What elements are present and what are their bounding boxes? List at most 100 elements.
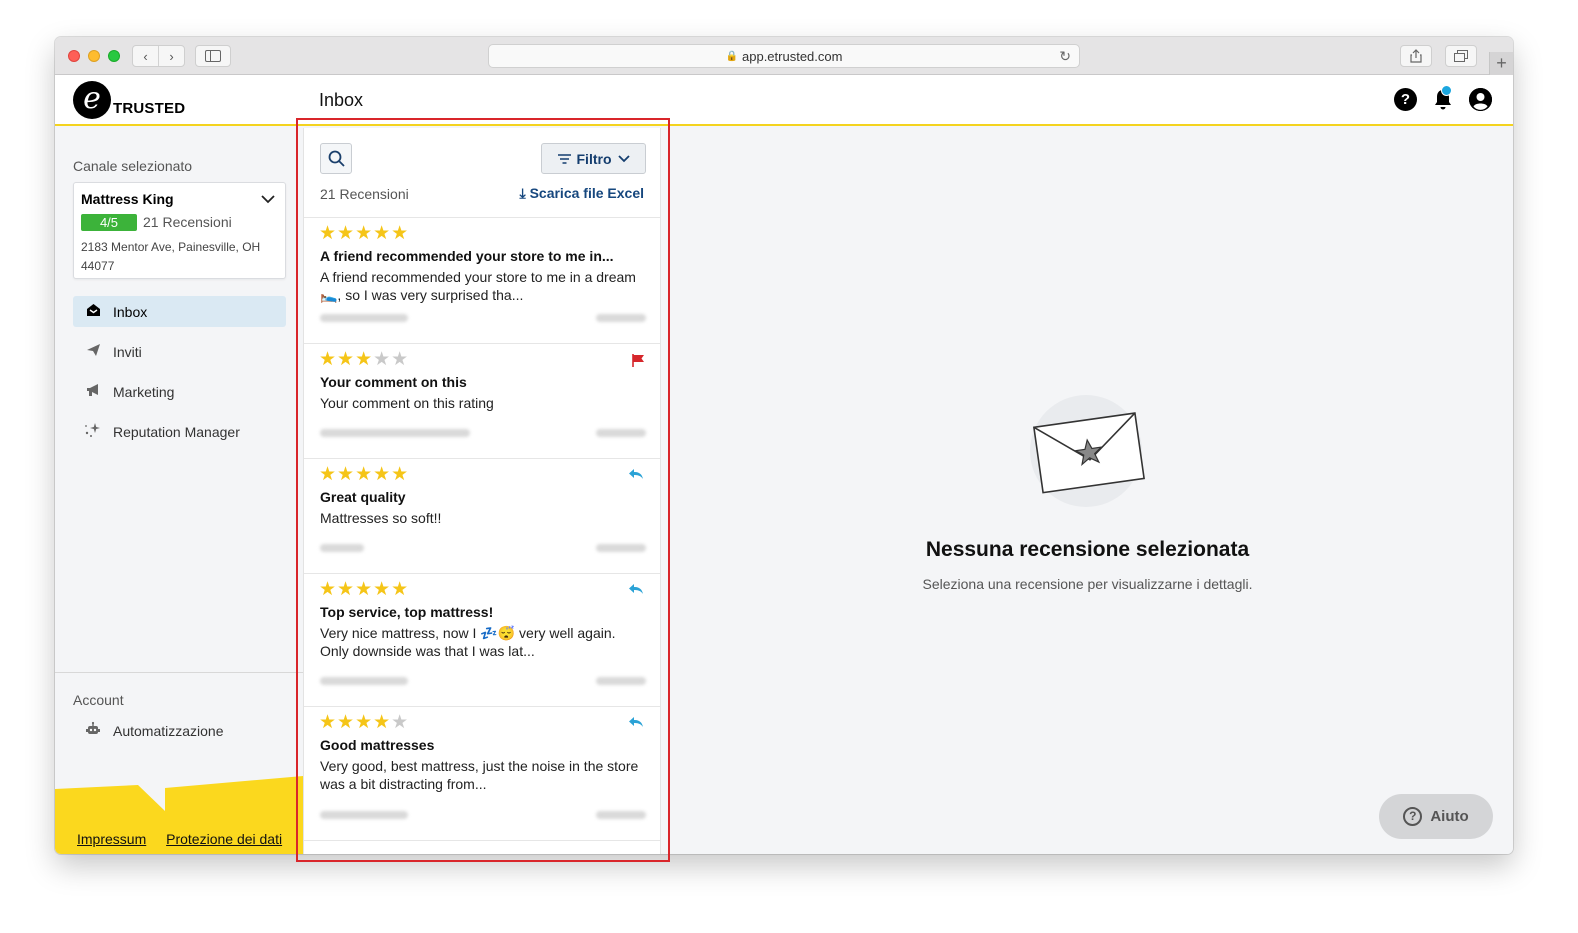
- review-item[interactable]: ★★★★★ Good mattresses Very good, best ma…: [304, 707, 660, 841]
- sparkle-stars-icon: [73, 422, 113, 442]
- zoom-window-button[interactable]: [108, 50, 120, 62]
- chevron-down-icon[interactable]: [261, 191, 275, 207]
- star-rating: ★★★★★: [319, 712, 410, 733]
- robot-icon: [73, 721, 113, 741]
- tab-overview-icon[interactable]: [1445, 45, 1477, 67]
- star-rating: ★★★★★: [319, 349, 410, 370]
- page-title: Inbox: [319, 90, 364, 110]
- redacted-author: [320, 811, 408, 819]
- empty-state-title: Nessuna recensione selezionata: [925, 538, 1250, 561]
- redacted-date: [596, 314, 646, 322]
- redacted-author: [320, 314, 408, 322]
- flag-icon[interactable]: [632, 354, 644, 370]
- url-text: app.etrusted.com: [742, 48, 843, 64]
- review-item[interactable]: ★★★★★ Top service, top mattress! Very ni…: [304, 574, 660, 707]
- rating-badge: 4/5: [81, 214, 137, 231]
- help-button-label: Aiuto: [1430, 808, 1469, 825]
- sidebar-item-inbox[interactable]: Inbox: [73, 296, 286, 327]
- megaphone-icon: [73, 383, 113, 401]
- redacted-author: [320, 429, 470, 437]
- sidebar: Canale selezionato Mattress King 4/5 21 …: [55, 128, 303, 854]
- review-item[interactable]: ★★★★★ Great quality Mattresses so soft!!: [304, 459, 660, 574]
- help-icon[interactable]: ?: [1394, 88, 1417, 111]
- chevron-down-icon: [617, 154, 630, 162]
- filter-lines-icon: [557, 153, 571, 164]
- channel-address: 2183 Mentor Ave, Painesville, OH 44077: [81, 240, 261, 273]
- sidebar-item-label: Inviti: [113, 343, 142, 360]
- close-window-button[interactable]: [68, 50, 80, 62]
- review-item[interactable]: ★★★★★ A friend recommended your store to…: [304, 218, 660, 344]
- download-excel-link[interactable]: ⤓ Scarica file Excel: [519, 185, 644, 202]
- sidebar-item-label: Automatizzazione: [113, 722, 224, 739]
- account-section-label: Account: [73, 692, 124, 708]
- redacted-date: [596, 811, 646, 819]
- review-body: Your comment on this rating: [320, 395, 494, 411]
- channel-section-label: Canale selezionato: [73, 158, 193, 174]
- review-title: Top service, top mattress!: [320, 604, 494, 620]
- download-excel-label: Scarica file Excel: [529, 185, 644, 201]
- redacted-date: [596, 677, 646, 685]
- sidebar-item-label: Reputation Manager: [113, 423, 240, 440]
- review-title: A friend recommended your store to me in…: [320, 248, 614, 264]
- inbox-icon: [73, 303, 113, 321]
- sidebar-item-label: Marketing: [113, 383, 175, 400]
- redacted-author: [320, 544, 364, 552]
- review-title: Great quality: [320, 489, 406, 505]
- filter-label: Filtro: [576, 150, 612, 167]
- star-rating: ★★★★★: [319, 223, 410, 244]
- back-arrow-icon[interactable]: ‹: [133, 49, 158, 64]
- review-body: Very good, best mattress, just the noise…: [320, 758, 639, 792]
- lock-icon: 🔒: [725, 50, 738, 62]
- logo-mark: e: [73, 81, 111, 119]
- browser-toolbar: ‹ › 🔒 app.etrusted.com ↻ +: [55, 37, 1513, 75]
- review-item[interactable]: ★★★★★ Your comment on this Your comment …: [304, 344, 660, 459]
- footer-links: Impressum Protezione dei dati: [77, 831, 298, 847]
- channel-name: Mattress King: [81, 191, 174, 207]
- address-bar[interactable]: 🔒 app.etrusted.com ↻: [488, 44, 1080, 68]
- etrusted-logo[interactable]: e TRUSTED: [73, 81, 185, 119]
- share-icon[interactable]: [1400, 45, 1432, 67]
- review-body: A friend recommended your store to me in…: [320, 269, 636, 303]
- envelope-star-icon: [1032, 412, 1145, 494]
- sidebar-item-inviti[interactable]: Inviti: [73, 336, 286, 367]
- search-button[interactable]: [320, 143, 352, 174]
- review-detail-panel: Nessuna recensione selezionata Seleziona…: [662, 128, 1513, 854]
- privacy-link[interactable]: Protezione dei dati: [166, 831, 282, 847]
- sidebar-item-reputation-manager[interactable]: Reputation Manager: [73, 416, 286, 447]
- sidebar-item-automatizzazione[interactable]: Automatizzazione: [73, 715, 286, 746]
- star-rating: ★★★★★: [319, 579, 410, 600]
- redacted-author: [320, 677, 408, 685]
- browser-window: ‹ › 🔒 app.etrusted.com ↻ + e TRUSTED Inb…: [55, 37, 1513, 854]
- notification-dot: [1441, 85, 1452, 96]
- sidebar-item-label: Inbox: [113, 303, 148, 320]
- review-body: Mattresses so soft!!: [320, 510, 442, 526]
- reload-icon[interactable]: ↻: [1059, 48, 1071, 65]
- help-button[interactable]: ? Aiuto: [1379, 794, 1493, 839]
- channel-review-count: 21 Recensioni: [143, 214, 232, 230]
- reply-arrow-icon[interactable]: [628, 715, 644, 732]
- empty-state-subtitle: Seleziona una recensione per visualizzar…: [922, 576, 1253, 592]
- review-count: 21 Recensioni: [320, 186, 409, 202]
- minimize-window-button[interactable]: [88, 50, 100, 62]
- reply-arrow-icon[interactable]: [628, 467, 644, 484]
- new-tab-icon[interactable]: +: [1489, 52, 1513, 75]
- review-title: Good mattresses: [320, 737, 435, 753]
- download-icon: ⤓: [519, 185, 526, 201]
- impressum-link[interactable]: Impressum: [77, 831, 146, 847]
- search-icon: [328, 150, 345, 167]
- forward-arrow-icon[interactable]: ›: [159, 49, 184, 64]
- reply-arrow-icon[interactable]: [628, 582, 644, 599]
- redacted-date: [596, 429, 646, 437]
- sidebar-divider: [55, 672, 303, 673]
- review-list-panel: Filtro 21 Recensioni ⤓ Scarica file Exce…: [303, 128, 661, 854]
- sidebar-item-marketing[interactable]: Marketing: [73, 376, 286, 407]
- sidebar-toggle-icon[interactable]: [195, 45, 231, 67]
- history-nav: ‹ ›: [132, 45, 185, 67]
- channel-selector[interactable]: Mattress King 4/5 21 Recensioni 2183 Men…: [73, 182, 286, 279]
- user-account-icon[interactable]: [1469, 88, 1492, 111]
- paper-plane-icon: [73, 343, 113, 361]
- logo-text: TRUSTED: [113, 100, 186, 117]
- review-body: Very nice mattress, now I 💤😴 very well a…: [320, 625, 616, 659]
- filter-button[interactable]: Filtro: [541, 143, 646, 174]
- question-circle-icon: ?: [1403, 807, 1423, 826]
